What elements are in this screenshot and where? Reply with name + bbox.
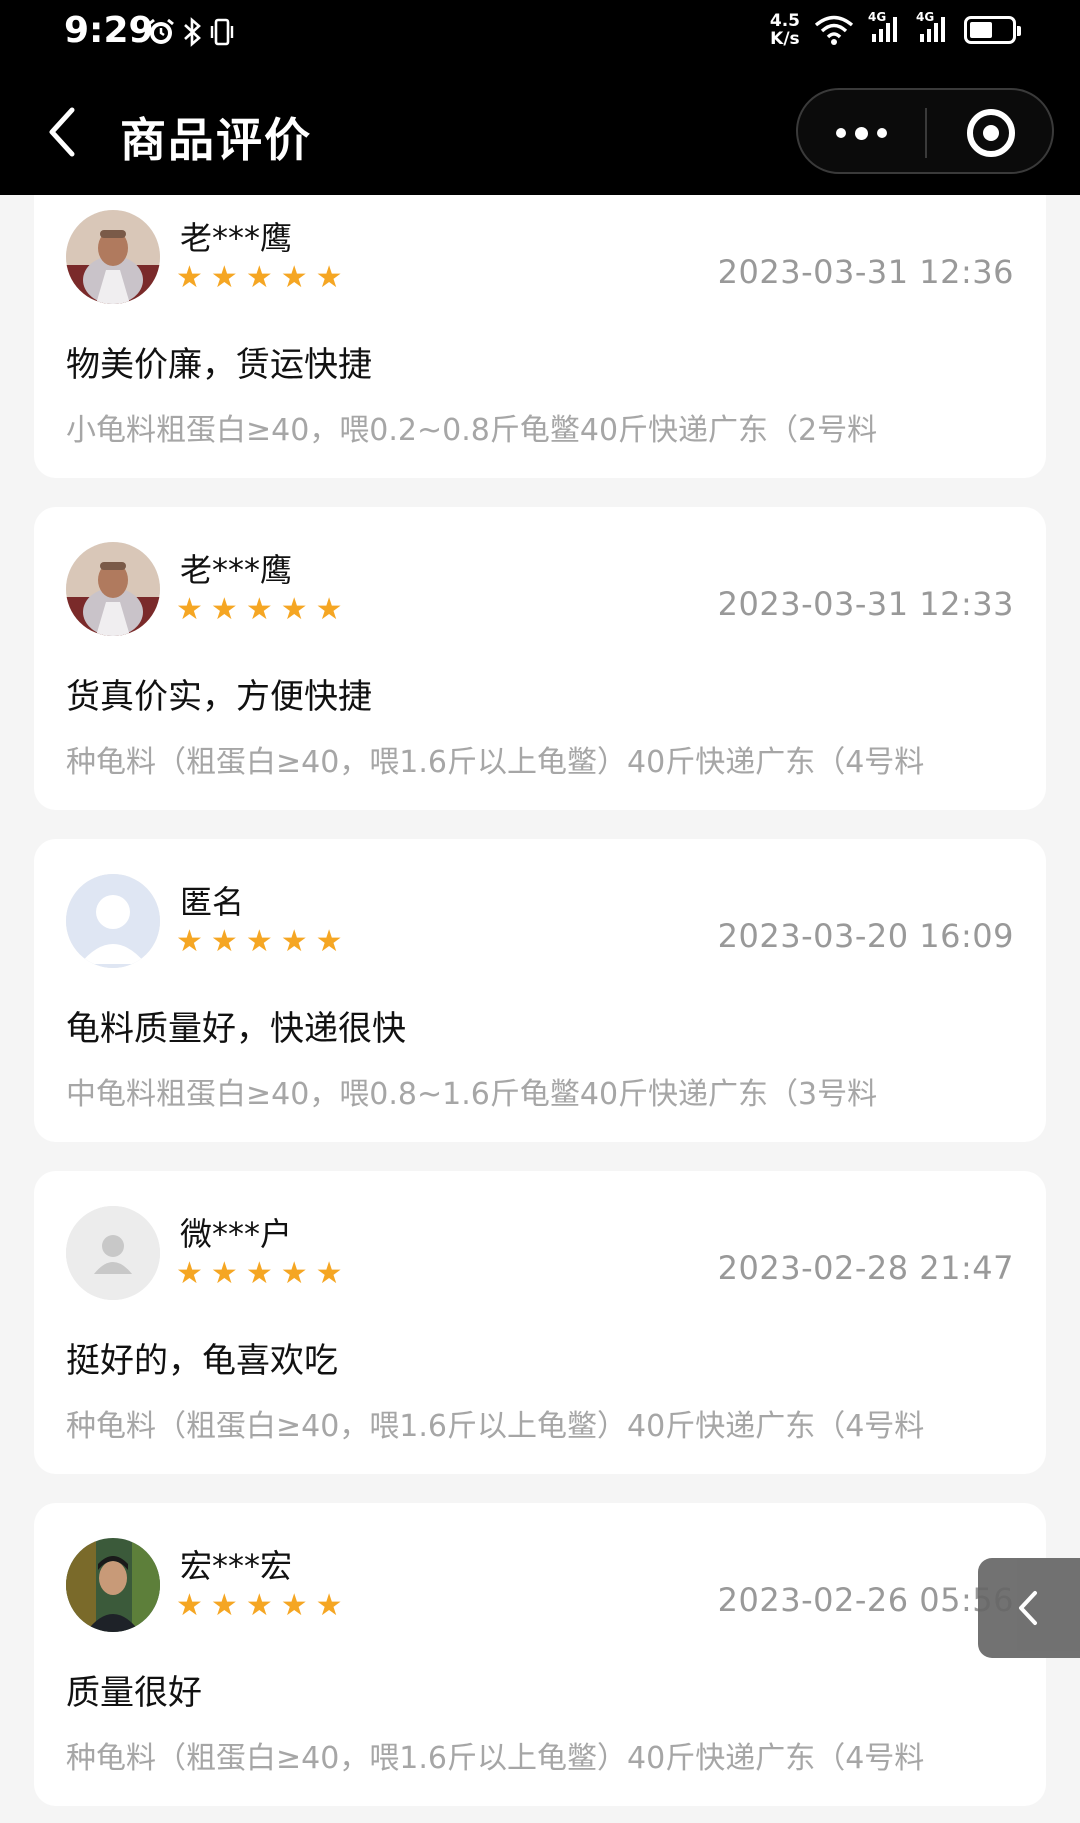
status-left-icons: [146, 16, 234, 48]
avatar-image: [66, 210, 160, 304]
avatar-image: [66, 542, 160, 636]
back-button[interactable]: [40, 102, 90, 162]
review-card: 微***户 ★ ★ ★ ★ ★ 2023-02-28 21:47 挺好的，龟喜欢吃 种龟…: [34, 1171, 1046, 1474]
star-icon: ★: [315, 924, 343, 959]
review-card: 宏***宏 ★ ★ ★ ★ ★ 2023-02-26 05:56 质量很好 种龟料（粗蛋…: [34, 1503, 1046, 1806]
close-miniprogram-button[interactable]: [927, 90, 1054, 176]
avatar-image: [66, 1538, 160, 1632]
alarm-icon: [148, 18, 174, 44]
battery-fill: [970, 22, 992, 38]
review-username: 宏***宏: [180, 1547, 293, 1585]
review-username: 老***鹰: [180, 219, 293, 257]
star-icon: ★: [315, 260, 343, 295]
target-icon: [966, 109, 1015, 157]
review-card: 匿名 ★ ★ ★ ★ ★ 2023-03-20 16:09 龟料质量好，快递很快 中龟料…: [34, 839, 1046, 1142]
network-type-2: 4G: [916, 9, 935, 24]
star-icon: ★: [280, 592, 308, 627]
network-type-1: 4G: [868, 9, 887, 24]
review-username: 匿名: [180, 883, 245, 921]
review-date: 2023-03-31 12:36: [717, 253, 1014, 291]
star-icon: ★: [245, 592, 273, 627]
product-spec: 小龟料粗蛋白≥40，喂0.2~0.8斤龟鳖40斤快递广东（2号料: [66, 413, 878, 448]
chevron-left-icon: [1019, 1591, 1037, 1625]
star-icon: ★: [210, 592, 238, 627]
avatar-image: [66, 874, 160, 968]
star-icon: ★: [280, 1588, 308, 1623]
star-icon: ★: [245, 1256, 273, 1291]
product-spec: 种龟料（粗蛋白≥40，喂1.6斤以上龟鳖）40斤快递广东（4号料: [66, 745, 925, 780]
status-right-icons: 4.5 K/s 4G 4G: [770, 10, 1021, 48]
review-text: 质量很好: [66, 1673, 202, 1713]
chevron-left-icon: [49, 107, 75, 157]
network-speed: 4.5 K/s: [770, 12, 800, 48]
review-date: 2023-02-28 21:47: [717, 1249, 1014, 1287]
avatar[interactable]: [66, 874, 160, 968]
more-button[interactable]: [798, 90, 925, 176]
status-bar: 9:29 4.5 K/s 4G 4G: [0, 0, 1080, 68]
star-icon: ★: [280, 1256, 308, 1291]
review-text: 货真价实，方便快捷: [66, 677, 372, 717]
review-text: 物美价廉，赁运快捷: [66, 345, 372, 385]
status-time: 9:29: [64, 10, 154, 51]
avatar[interactable]: [66, 1206, 160, 1300]
star-icon: ★: [280, 924, 308, 959]
rating-stars: ★ ★ ★ ★ ★: [176, 263, 343, 293]
star-icon: ★: [280, 260, 308, 295]
star-icon: ★: [210, 1588, 238, 1623]
star-icon: ★: [176, 1256, 203, 1291]
review-username: 微***户: [180, 1215, 293, 1253]
product-spec: 种龟料（粗蛋白≥40，喂1.6斤以上龟鳖）40斤快递广东（4号料: [66, 1741, 925, 1776]
star-icon: ★: [176, 1588, 203, 1623]
star-icon: ★: [210, 260, 238, 295]
bluetooth-icon: [184, 17, 201, 47]
star-icon: ★: [176, 592, 203, 627]
star-icon: ★: [176, 924, 203, 959]
signal-1: 4G: [868, 10, 902, 47]
rating-stars: ★ ★ ★ ★ ★: [176, 595, 343, 625]
rating-stars: ★ ★ ★ ★ ★: [176, 1259, 343, 1289]
more-dot-icon: [877, 128, 887, 138]
star-icon: ★: [315, 1256, 343, 1291]
star-icon: ★: [245, 1588, 273, 1623]
review-date: 2023-03-31 12:33: [717, 585, 1014, 623]
signal-2: 4G: [916, 10, 950, 47]
star-icon: ★: [315, 592, 343, 627]
speed-value: 4.5: [769, 11, 800, 31]
star-icon: ★: [245, 924, 273, 959]
star-icon: ★: [245, 260, 273, 295]
avatar[interactable]: [66, 542, 160, 636]
nav-bar: 商品评价: [0, 68, 1080, 195]
review-date: 2023-03-20 16:09: [717, 917, 1014, 955]
product-spec: 中龟料粗蛋白≥40，喂0.8~1.6斤龟鳖40斤快递广东（3号料: [66, 1077, 878, 1112]
more-dot-icon: [855, 126, 868, 140]
star-icon: ★: [315, 1588, 343, 1623]
speed-unit: K/s: [770, 29, 800, 49]
star-icon: ★: [176, 260, 203, 295]
star-icon: ★: [210, 924, 238, 959]
avatar[interactable]: [66, 210, 160, 304]
rating-stars: ★ ★ ★ ★ ★: [176, 1591, 343, 1621]
battery-icon: [964, 16, 1021, 44]
more-dot-icon: [836, 128, 846, 138]
review-card: 老***鹰 ★ ★ ★ ★ ★ 2023-03-31 12:36 物美价廉，赁运快捷 小…: [34, 195, 1046, 478]
review-date: 2023-02-26 05:56: [717, 1581, 1014, 1619]
review-username: 老***鹰: [180, 551, 293, 589]
floating-collapse-button[interactable]: [978, 1558, 1080, 1658]
product-spec: 种龟料（粗蛋白≥40，喂1.6斤以上龟鳖）40斤快递广东（4号料: [66, 1409, 925, 1444]
mini-program-capsule: [796, 88, 1054, 174]
review-text: 龟料质量好，快递很快: [66, 1009, 406, 1049]
rating-stars: ★ ★ ★ ★ ★: [176, 927, 343, 957]
page-title: 商品评价: [120, 113, 312, 167]
star-icon: ★: [210, 1256, 238, 1291]
avatar[interactable]: [66, 1538, 160, 1632]
review-list[interactable]: 老***鹰 ★ ★ ★ ★ ★ 2023-03-31 12:36 物美价廉，赁运快捷 小…: [0, 195, 1080, 1823]
avatar-image: [66, 1206, 160, 1300]
wifi-icon: [814, 15, 854, 45]
review-card: 老***鹰 ★ ★ ★ ★ ★ 2023-03-31 12:33 货真价实，方便快捷 种…: [34, 507, 1046, 810]
review-text: 挺好的，龟喜欢吃: [66, 1341, 338, 1381]
vibrate-icon: [210, 18, 234, 46]
